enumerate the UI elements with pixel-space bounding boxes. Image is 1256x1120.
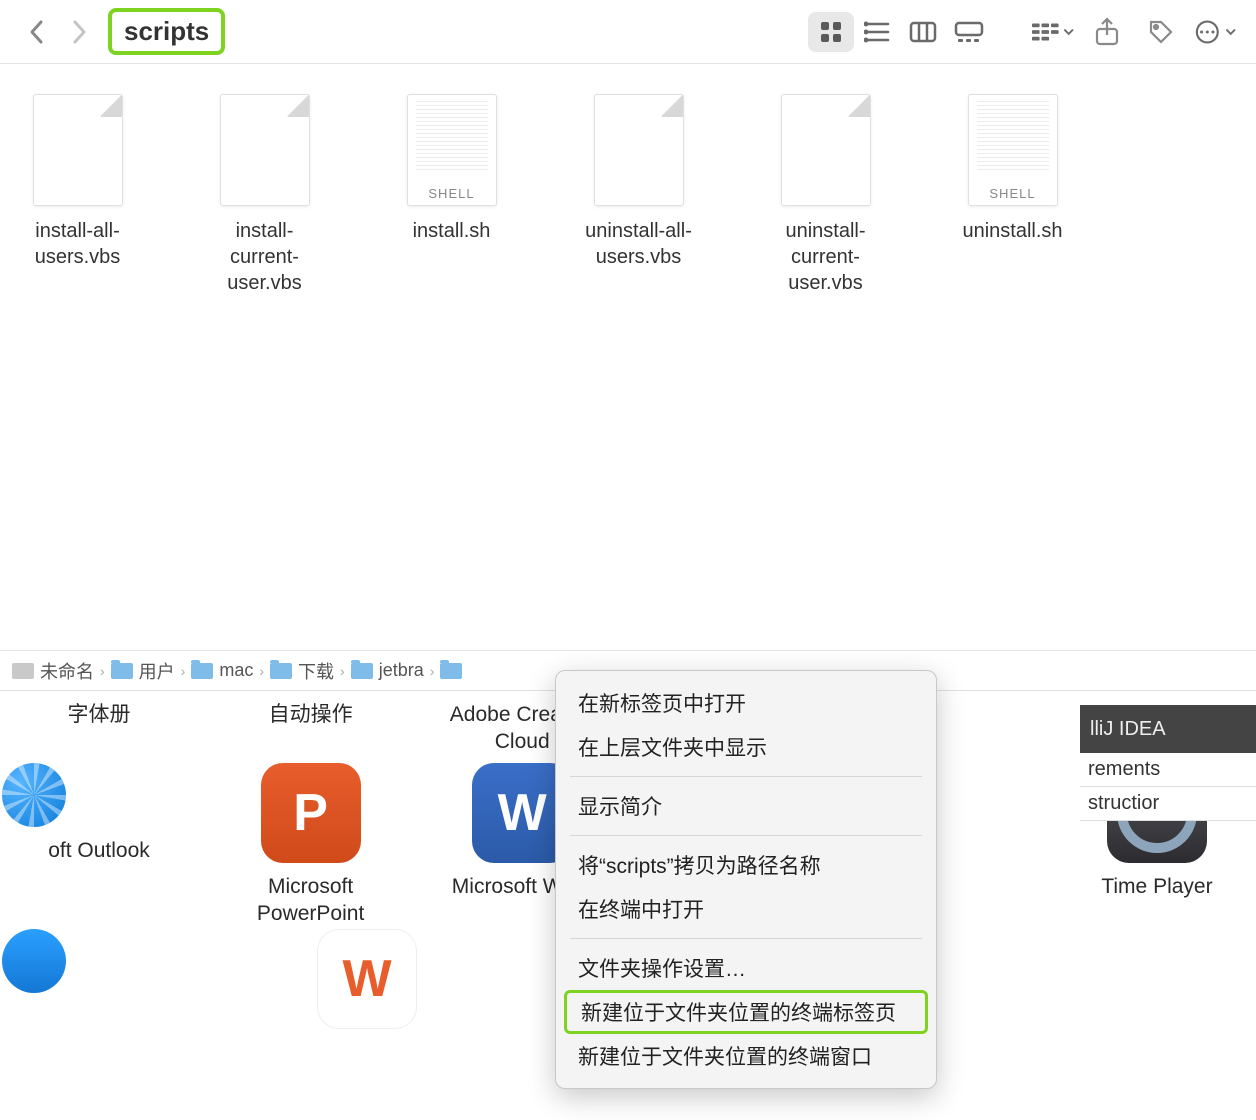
dock-label: oft Outlook bbox=[48, 837, 150, 893]
menu-item[interactable]: 在终端中打开 bbox=[556, 887, 936, 931]
path-segment[interactable]: mac bbox=[191, 660, 253, 681]
path-label: 未命名 bbox=[40, 658, 94, 684]
generic-file-icon bbox=[781, 94, 871, 206]
forward-button[interactable] bbox=[64, 16, 96, 48]
file-item[interactable]: install-all-users.vbs bbox=[20, 94, 135, 296]
share-button[interactable] bbox=[1086, 11, 1128, 53]
right-panel: lliJ IDEA rements structior bbox=[1080, 705, 1256, 821]
group-button[interactable] bbox=[1032, 11, 1074, 53]
file-label: install-all-users.vbs bbox=[20, 218, 135, 270]
icon-view-button[interactable] bbox=[808, 12, 854, 52]
chevron-right-icon: › bbox=[340, 663, 345, 679]
shell-tag: SHELL bbox=[985, 186, 1039, 201]
file-grid-area[interactable]: install-all-users.vbs install-current-use… bbox=[0, 64, 1256, 650]
right-panel-header: lliJ IDEA bbox=[1080, 705, 1256, 753]
view-mode-group bbox=[808, 12, 992, 52]
folder-icon bbox=[351, 663, 373, 679]
wps-icon: W bbox=[317, 929, 417, 1029]
more-button[interactable] bbox=[1194, 11, 1236, 53]
menu-item[interactable]: 在上层文件夹中显示 bbox=[556, 725, 936, 769]
chevron-right-icon: › bbox=[259, 663, 264, 679]
folder-title: scripts bbox=[108, 8, 225, 55]
file-item[interactable]: install-current-user.vbs bbox=[207, 94, 322, 296]
path-label: 下载 bbox=[298, 658, 334, 684]
chevron-down-icon bbox=[1225, 26, 1236, 38]
path-segment[interactable]: jetbra bbox=[351, 660, 424, 681]
toolbar: scripts bbox=[0, 0, 1256, 64]
menu-separator bbox=[570, 938, 922, 939]
dock-label: Microsoft PowerPoint bbox=[212, 873, 410, 929]
file-label: uninstall-current-user.vbs bbox=[768, 218, 883, 296]
path-label: jetbra bbox=[379, 660, 424, 681]
generic-file-icon bbox=[33, 94, 123, 206]
folder-icon bbox=[191, 663, 213, 679]
right-panel-row: structior bbox=[1080, 787, 1256, 821]
outlook-icon bbox=[2, 763, 66, 827]
gallery-view-button[interactable] bbox=[946, 12, 992, 52]
chevron-down-icon bbox=[1063, 26, 1074, 38]
menu-item[interactable]: 新建位于文件夹位置的终端窗口 bbox=[556, 1034, 936, 1078]
path-segment[interactable] bbox=[440, 663, 468, 679]
menu-item[interactable]: 新建位于文件夹位置的终端标签页 bbox=[564, 990, 928, 1034]
path-label: mac bbox=[219, 660, 253, 681]
back-button[interactable] bbox=[20, 16, 52, 48]
generic-file-icon bbox=[594, 94, 684, 206]
dock-item[interactable]: P Microsoft PowerPoint bbox=[212, 763, 410, 929]
file-label: uninstall.sh bbox=[962, 218, 1062, 244]
path-segment[interactable]: 未命名 bbox=[12, 658, 94, 684]
shell-file-icon: SHELL bbox=[407, 94, 497, 206]
dock-item[interactable]: 自动操作 bbox=[212, 701, 410, 757]
file-item[interactable]: SHELL install.sh bbox=[394, 94, 509, 296]
generic-file-icon bbox=[220, 94, 310, 206]
chevron-right-icon: › bbox=[430, 663, 435, 679]
dock-label: 字体册 bbox=[68, 701, 131, 757]
menu-separator bbox=[570, 835, 922, 836]
file-item[interactable]: uninstall-current-user.vbs bbox=[768, 94, 883, 296]
dock-item[interactable]: W bbox=[268, 929, 466, 1095]
chevron-right-icon: › bbox=[181, 663, 186, 679]
path-segment[interactable]: 下载 bbox=[270, 658, 334, 684]
path-label: 用户 bbox=[139, 658, 175, 684]
shell-tag: SHELL bbox=[424, 186, 478, 201]
dock-label: 自动操作 bbox=[269, 701, 353, 757]
file-item[interactable]: uninstall-all-users.vbs bbox=[581, 94, 696, 296]
column-view-button[interactable] bbox=[900, 12, 946, 52]
ppt-icon: P bbox=[261, 763, 361, 863]
file-item[interactable]: SHELL uninstall.sh bbox=[955, 94, 1070, 296]
dock-item[interactable] bbox=[0, 929, 198, 1095]
dock-label: Time Player bbox=[1101, 873, 1212, 929]
file-label: install.sh bbox=[413, 218, 491, 244]
list-view-button[interactable] bbox=[854, 12, 900, 52]
folder-icon bbox=[111, 663, 133, 679]
right-panel-row: rements bbox=[1080, 753, 1256, 787]
file-label: install-current-user.vbs bbox=[207, 218, 322, 296]
shell-file-icon: SHELL bbox=[968, 94, 1058, 206]
folder-icon bbox=[270, 663, 292, 679]
file-label: uninstall-all-users.vbs bbox=[581, 218, 696, 270]
menu-item[interactable]: 显示简介 bbox=[556, 784, 936, 828]
context-menu: 在新标签页中打开在上层文件夹中显示显示简介将“scripts”拷贝为路径名称在终… bbox=[555, 670, 937, 1089]
chevron-right-icon: › bbox=[100, 663, 105, 679]
disk-icon bbox=[12, 663, 34, 679]
cloud-icon bbox=[2, 929, 66, 993]
path-segment[interactable]: 用户 bbox=[111, 658, 175, 684]
dock-item[interactable]: oft Outlook bbox=[0, 763, 198, 929]
menu-item[interactable]: 将“scripts”拷贝为路径名称 bbox=[556, 843, 936, 887]
tag-button[interactable] bbox=[1140, 11, 1182, 53]
folder-icon bbox=[440, 663, 462, 679]
menu-item[interactable]: 在新标签页中打开 bbox=[556, 681, 936, 725]
dock-item[interactable]: 字体册 bbox=[0, 701, 198, 757]
menu-separator bbox=[570, 776, 922, 777]
menu-item[interactable]: 文件夹操作设置… bbox=[556, 946, 936, 990]
